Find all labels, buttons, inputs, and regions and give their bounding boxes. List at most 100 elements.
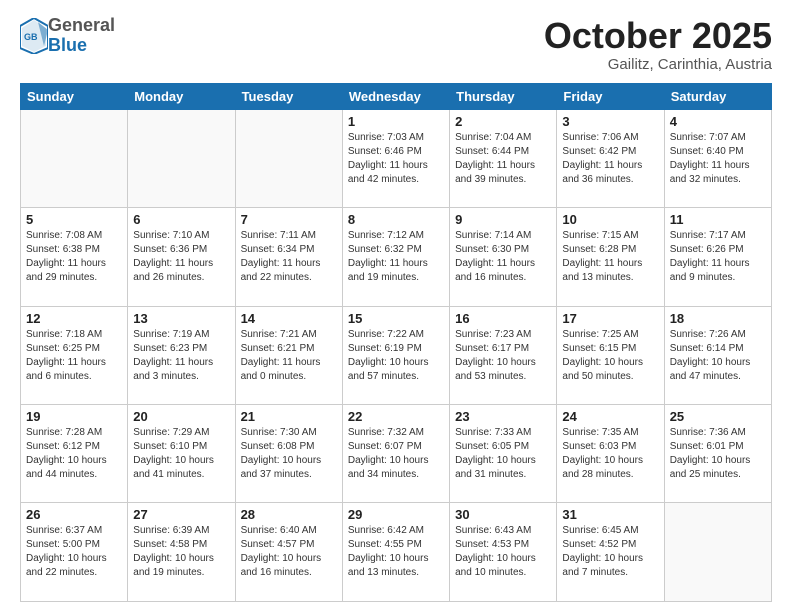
- day-info: Sunrise: 7:12 AM Sunset: 6:32 PM Dayligh…: [348, 229, 444, 285]
- day-number: 10: [562, 212, 658, 227]
- svg-text:GB: GB: [24, 32, 38, 42]
- week-row-1: 5Sunrise: 7:08 AM Sunset: 6:38 PM Daylig…: [21, 208, 772, 306]
- day-cell: 5Sunrise: 7:08 AM Sunset: 6:38 PM Daylig…: [21, 208, 128, 306]
- day-cell: [664, 503, 771, 602]
- day-cell: 28 Sunrise: 6:40 AM Sunset: 4:57 PM Dayli…: [235, 503, 342, 602]
- day-cell: 9 Sunrise: 7:14 AM Sunset: 6:30 PM Daylig…: [450, 208, 557, 306]
- day-number: 4: [670, 114, 766, 129]
- day-info: Sunrise: 6:40 AM Sunset: 4:57 PM Dayligh…: [241, 524, 337, 580]
- day-cell: 2 Sunrise: 7:04 AM Sunset: 6:44 PM Daylig…: [450, 109, 557, 207]
- day-cell: 19Sunrise: 7:28 AM Sunset: 6:12 PM Dayli…: [21, 405, 128, 503]
- day-cell: 14 Sunrise: 7:21 AM Sunset: 6:21 PM Dayli…: [235, 306, 342, 404]
- week-row-4: 26 Sunrise: 6:37 AM Sunset: 5:00 PM Dayli…: [21, 503, 772, 602]
- day-number: 24: [562, 409, 658, 424]
- day-info: Sunrise: 6:42 AM Sunset: 4:55 PM Dayligh…: [348, 524, 444, 580]
- day-cell: 26 Sunrise: 6:37 AM Sunset: 5:00 PM Dayli…: [21, 503, 128, 602]
- day-info: Sunrise: 7:06 AM Sunset: 6:42 PM Dayligh…: [562, 131, 658, 187]
- day-cell: 23 Sunrise: 7:33 AM Sunset: 6:05 PM Dayli…: [450, 405, 557, 503]
- day-cell: [128, 109, 235, 207]
- day-cell: 20 Sunrise: 7:29 AM Sunset: 6:10 PM Dayli…: [128, 405, 235, 503]
- day-cell: 4 Sunrise: 7:07 AM Sunset: 6:40 PM Daylig…: [664, 109, 771, 207]
- day-number: 23: [455, 409, 551, 424]
- day-cell: 16Sunrise: 7:23 AM Sunset: 6:17 PM Dayli…: [450, 306, 557, 404]
- day-info: Sunrise: 6:39 AM Sunset: 4:58 PM Dayligh…: [133, 524, 229, 580]
- day-number: 2: [455, 114, 551, 129]
- day-cell: 7 Sunrise: 7:11 AM Sunset: 6:34 PM Daylig…: [235, 208, 342, 306]
- day-number: 9: [455, 212, 551, 227]
- day-number: 5: [26, 212, 122, 227]
- day-cell: 6 Sunrise: 7:10 AM Sunset: 6:36 PM Daylig…: [128, 208, 235, 306]
- day-info: Sunrise: 7:18 AM Sunset: 6:25 PM Dayligh…: [26, 328, 122, 384]
- day-cell: 21 Sunrise: 7:30 AM Sunset: 6:08 PM Dayli…: [235, 405, 342, 503]
- day-info: Sunrise: 6:45 AM Sunset: 4:52 PM Dayligh…: [562, 524, 658, 580]
- day-info: Sunrise: 7:22 AM Sunset: 6:19 PM Dayligh…: [348, 328, 444, 384]
- page: GB General Blue October 2025 Gailitz, Ca…: [0, 0, 792, 612]
- day-number: 14: [241, 311, 337, 326]
- day-info: Sunrise: 7:30 AM Sunset: 6:08 PM Dayligh…: [241, 426, 337, 482]
- header-tuesday: Tuesday: [235, 83, 342, 109]
- day-info: Sunrise: 7:14 AM Sunset: 6:30 PM Dayligh…: [455, 229, 551, 285]
- day-info: Sunrise: 7:11 AM Sunset: 6:34 PM Dayligh…: [241, 229, 337, 285]
- day-info: Sunrise: 7:04 AM Sunset: 6:44 PM Dayligh…: [455, 131, 551, 187]
- header-sunday: Sunday: [21, 83, 128, 109]
- day-number: 8: [348, 212, 444, 227]
- day-cell: 22 Sunrise: 7:32 AM Sunset: 6:07 PM Dayli…: [342, 405, 449, 503]
- day-cell: 29 Sunrise: 6:42 AM Sunset: 4:55 PM Dayli…: [342, 503, 449, 602]
- day-info: Sunrise: 7:25 AM Sunset: 6:15 PM Dayligh…: [562, 328, 658, 384]
- day-number: 6: [133, 212, 229, 227]
- header-wednesday: Wednesday: [342, 83, 449, 109]
- day-number: 15: [348, 311, 444, 326]
- day-info: Sunrise: 6:43 AM Sunset: 4:53 PM Dayligh…: [455, 524, 551, 580]
- day-number: 27: [133, 507, 229, 522]
- day-info: Sunrise: 7:32 AM Sunset: 6:07 PM Dayligh…: [348, 426, 444, 482]
- day-cell: 10 Sunrise: 7:15 AM Sunset: 6:28 PM Dayli…: [557, 208, 664, 306]
- day-number: 13: [133, 311, 229, 326]
- weekday-header-row: Sunday Monday Tuesday Wednesday Thursday…: [21, 83, 772, 109]
- week-row-0: 1Sunrise: 7:03 AM Sunset: 6:46 PM Daylig…: [21, 109, 772, 207]
- day-info: Sunrise: 6:37 AM Sunset: 5:00 PM Dayligh…: [26, 524, 122, 580]
- logo-icon: GB: [20, 18, 48, 54]
- header-saturday: Saturday: [664, 83, 771, 109]
- day-info: Sunrise: 7:03 AM Sunset: 6:46 PM Dayligh…: [348, 131, 444, 187]
- header-friday: Friday: [557, 83, 664, 109]
- day-number: 21: [241, 409, 337, 424]
- day-cell: 30 Sunrise: 6:43 AM Sunset: 4:53 PM Dayli…: [450, 503, 557, 602]
- day-number: 16: [455, 311, 551, 326]
- day-info: Sunrise: 7:21 AM Sunset: 6:21 PM Dayligh…: [241, 328, 337, 384]
- day-cell: 3Sunrise: 7:06 AM Sunset: 6:42 PM Daylig…: [557, 109, 664, 207]
- day-cell: 1Sunrise: 7:03 AM Sunset: 6:46 PM Daylig…: [342, 109, 449, 207]
- day-cell: 18Sunrise: 7:26 AM Sunset: 6:14 PM Dayli…: [664, 306, 771, 404]
- day-cell: 11Sunrise: 7:17 AM Sunset: 6:26 PM Dayli…: [664, 208, 771, 306]
- day-number: 22: [348, 409, 444, 424]
- location: Gailitz, Carinthia, Austria: [544, 56, 772, 73]
- day-number: 7: [241, 212, 337, 227]
- day-number: 17: [562, 311, 658, 326]
- month-title: October 2025: [544, 16, 772, 56]
- day-number: 28: [241, 507, 337, 522]
- logo-general: General: [48, 16, 115, 36]
- day-number: 19: [26, 409, 122, 424]
- day-number: 26: [26, 507, 122, 522]
- header: GB General Blue October 2025 Gailitz, Ca…: [20, 16, 772, 73]
- week-row-3: 19Sunrise: 7:28 AM Sunset: 6:12 PM Dayli…: [21, 405, 772, 503]
- day-cell: 13 Sunrise: 7:19 AM Sunset: 6:23 PM Dayli…: [128, 306, 235, 404]
- day-number: 29: [348, 507, 444, 522]
- day-number: 11: [670, 212, 766, 227]
- day-info: Sunrise: 7:36 AM Sunset: 6:01 PM Dayligh…: [670, 426, 766, 482]
- day-number: 30: [455, 507, 551, 522]
- day-number: 25: [670, 409, 766, 424]
- day-info: Sunrise: 7:29 AM Sunset: 6:10 PM Dayligh…: [133, 426, 229, 482]
- day-number: 20: [133, 409, 229, 424]
- day-cell: 27 Sunrise: 6:39 AM Sunset: 4:58 PM Dayli…: [128, 503, 235, 602]
- day-info: Sunrise: 7:07 AM Sunset: 6:40 PM Dayligh…: [670, 131, 766, 187]
- day-info: Sunrise: 7:33 AM Sunset: 6:05 PM Dayligh…: [455, 426, 551, 482]
- logo: GB General Blue: [20, 16, 115, 56]
- day-info: Sunrise: 7:19 AM Sunset: 6:23 PM Dayligh…: [133, 328, 229, 384]
- day-info: Sunrise: 7:26 AM Sunset: 6:14 PM Dayligh…: [670, 328, 766, 384]
- day-cell: 31Sunrise: 6:45 AM Sunset: 4:52 PM Dayli…: [557, 503, 664, 602]
- day-info: Sunrise: 7:15 AM Sunset: 6:28 PM Dayligh…: [562, 229, 658, 285]
- day-info: Sunrise: 7:10 AM Sunset: 6:36 PM Dayligh…: [133, 229, 229, 285]
- day-cell: 8 Sunrise: 7:12 AM Sunset: 6:32 PM Daylig…: [342, 208, 449, 306]
- logo-blue: Blue: [48, 36, 115, 56]
- day-cell: [21, 109, 128, 207]
